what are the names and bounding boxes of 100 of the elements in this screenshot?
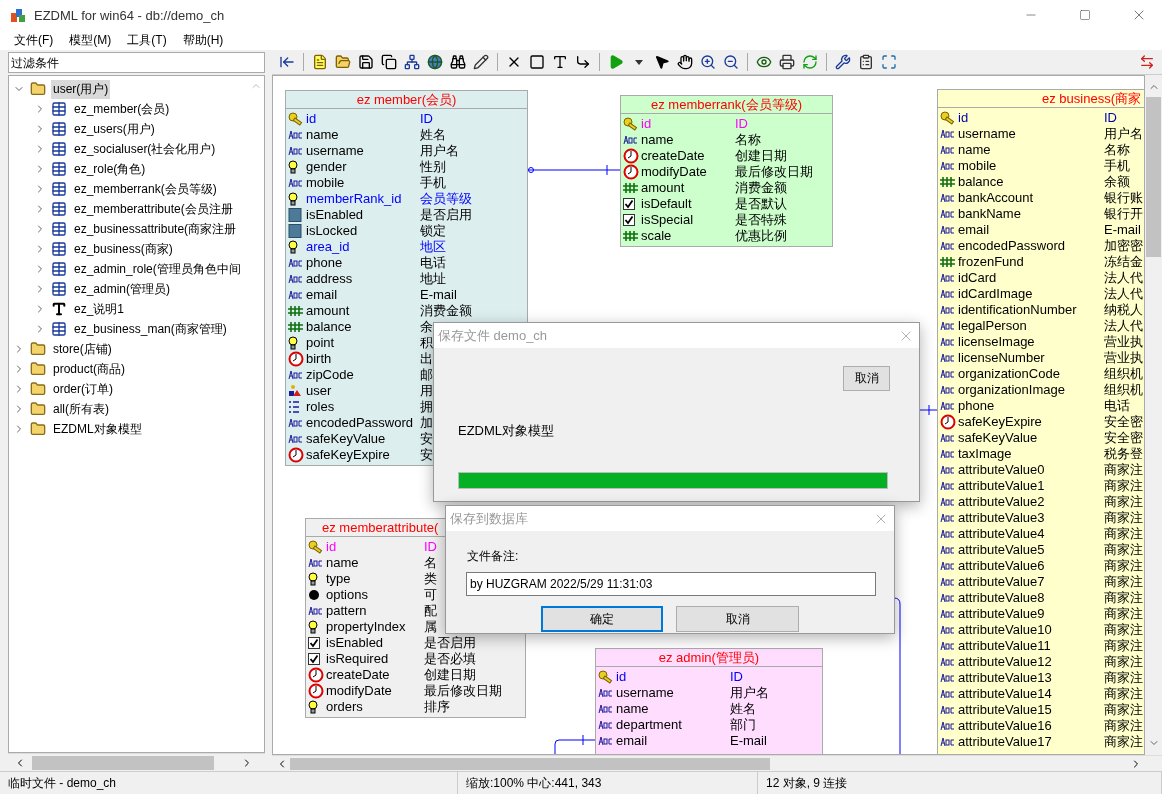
field-name: identificationNumber	[958, 302, 1077, 318]
field-comment: 名称	[735, 132, 761, 148]
play-icon[interactable]	[608, 54, 624, 70]
wrench-icon[interactable]	[835, 54, 851, 70]
field-name: createDate	[326, 667, 390, 683]
field-comment: 会员等级	[420, 191, 472, 207]
square-icon	[288, 208, 302, 222]
field-comment: 安	[420, 431, 433, 447]
rectangle-icon[interactable]	[529, 54, 545, 70]
field-name: attributeValue15	[958, 702, 1052, 718]
remark-field[interactable]: by HUZGRAM 2022/5/29 11:31:03	[466, 572, 876, 596]
connector-icon[interactable]	[575, 54, 591, 70]
menu-item[interactable]: 帮助(H)	[174, 31, 232, 49]
table-icon	[51, 281, 67, 297]
tree-item[interactable]: ez_businessattribute(商家注册	[72, 219, 239, 239]
field-name: id	[616, 669, 627, 685]
tree-item[interactable]: order(订单)	[51, 379, 115, 399]
field-comment: 税务登	[1104, 446, 1143, 462]
text-icon[interactable]	[552, 54, 568, 70]
text-type-icon	[288, 130, 303, 140]
field-name: id	[326, 539, 337, 555]
new-file-icon[interactable]	[312, 54, 328, 70]
printer-icon[interactable]	[779, 54, 795, 70]
field-name: attributeValue1	[958, 478, 1045, 494]
menu-item[interactable]: 工具(T)	[119, 31, 175, 49]
tree-item[interactable]: ez_socialuser(社会化用户)	[72, 139, 218, 159]
text-type-icon	[940, 241, 955, 251]
field-comment: 营业执	[1104, 334, 1143, 350]
table-icon	[51, 101, 67, 117]
cancel-button[interactable]: 取消	[676, 606, 799, 632]
binoculars-icon[interactable]	[450, 54, 466, 70]
scrollbar-thumb[interactable]	[32, 755, 214, 770]
field-comment: ID	[1104, 110, 1117, 126]
connector-line	[554, 734, 596, 754]
tree-item[interactable]: all(所有表)	[51, 399, 111, 419]
field-comment: 用	[420, 383, 433, 399]
maximize-icon[interactable]	[1079, 9, 1091, 21]
ok-button[interactable]: 确定	[541, 606, 663, 632]
tree-item[interactable]: store(店铺)	[51, 339, 114, 359]
scrollbar-thumb[interactable]	[290, 757, 770, 770]
pencil-icon[interactable]	[473, 54, 489, 70]
tree-item[interactable]: ez_说明1	[72, 299, 127, 319]
field-comment: 电话	[1104, 398, 1130, 414]
caret-icon[interactable]	[635, 59, 643, 65]
clock-icon	[288, 351, 304, 367]
save-icon[interactable]	[358, 54, 374, 70]
tree-item[interactable]: ez_business(商家)	[72, 239, 175, 259]
zoom-out-icon[interactable]	[723, 54, 739, 70]
tree-item[interactable]: ez_business_man(商家管理)	[72, 319, 229, 339]
copy-icon[interactable]	[381, 54, 397, 70]
field-comment: 消费金额	[420, 303, 472, 319]
zoom-in-icon[interactable]	[700, 54, 716, 70]
maximize-icon[interactable]	[881, 54, 897, 70]
eye-icon[interactable]	[756, 54, 772, 70]
text-type-icon	[308, 606, 323, 616]
globe-icon[interactable]	[427, 54, 443, 70]
field-name: roles	[306, 399, 335, 415]
table-title: ez business(商家	[1042, 90, 1141, 107]
pointer-icon[interactable]	[654, 54, 670, 70]
field-comment: 手机	[1104, 158, 1130, 174]
field-name: attributeValue9	[958, 606, 1045, 622]
clock-icon	[288, 447, 304, 463]
folder-icon	[30, 341, 46, 357]
panel-toggle-icon[interactable]	[279, 54, 295, 70]
network-icon[interactable]	[404, 54, 420, 70]
tree-item[interactable]: ez_member(会员)	[72, 99, 172, 119]
tree-item[interactable]: user(用户)	[51, 79, 111, 99]
text-type-icon	[940, 481, 955, 491]
bulb-icon	[308, 572, 318, 586]
tree-item[interactable]: ez_memberrank(会员等级)	[72, 179, 219, 199]
tree-item[interactable]: ez_admin_role(管理员角色中间	[72, 259, 243, 279]
field-name: id	[958, 110, 969, 126]
field-name: orders	[326, 699, 363, 715]
tree-item[interactable]: ez_role(角色)	[72, 159, 148, 179]
tree-item[interactable]: ez_memberattribute(会员注册	[72, 199, 235, 219]
clock-icon	[308, 667, 324, 683]
scrollbar-thumb[interactable]	[1146, 97, 1161, 257]
checkmark-icon	[308, 637, 320, 649]
refresh-icon[interactable]	[802, 54, 818, 70]
swap-icon[interactable]	[1139, 54, 1155, 70]
field-comment: 银行账	[1104, 190, 1143, 206]
field-name: createDate	[641, 148, 705, 164]
menu-item[interactable]: 模型(M)	[61, 31, 120, 49]
field-comment: 商家注	[1104, 494, 1143, 510]
table-icon	[51, 121, 67, 137]
field-name: type	[326, 571, 351, 587]
field-comment: 是否启用	[424, 635, 476, 651]
tree-item[interactable]: EZDML对象模型	[51, 419, 144, 439]
clipboard-icon[interactable]	[858, 54, 874, 70]
tree-item[interactable]: product(商品)	[51, 359, 128, 379]
table-title: ez memberrank(会员等级)	[651, 96, 802, 113]
field-name: phone	[306, 255, 343, 271]
menu-item[interactable]: 文件(F)	[6, 31, 62, 49]
filter-field[interactable]: 过滤条件	[8, 52, 265, 73]
tree-item[interactable]: ez_admin(管理员)	[72, 279, 173, 299]
open-folder-icon[interactable]	[335, 54, 351, 70]
tree-item[interactable]: ez_users(用户)	[72, 119, 157, 139]
hand-icon[interactable]	[677, 54, 693, 70]
text-type-icon	[598, 688, 613, 698]
cancel-button[interactable]: 取消	[843, 366, 890, 391]
